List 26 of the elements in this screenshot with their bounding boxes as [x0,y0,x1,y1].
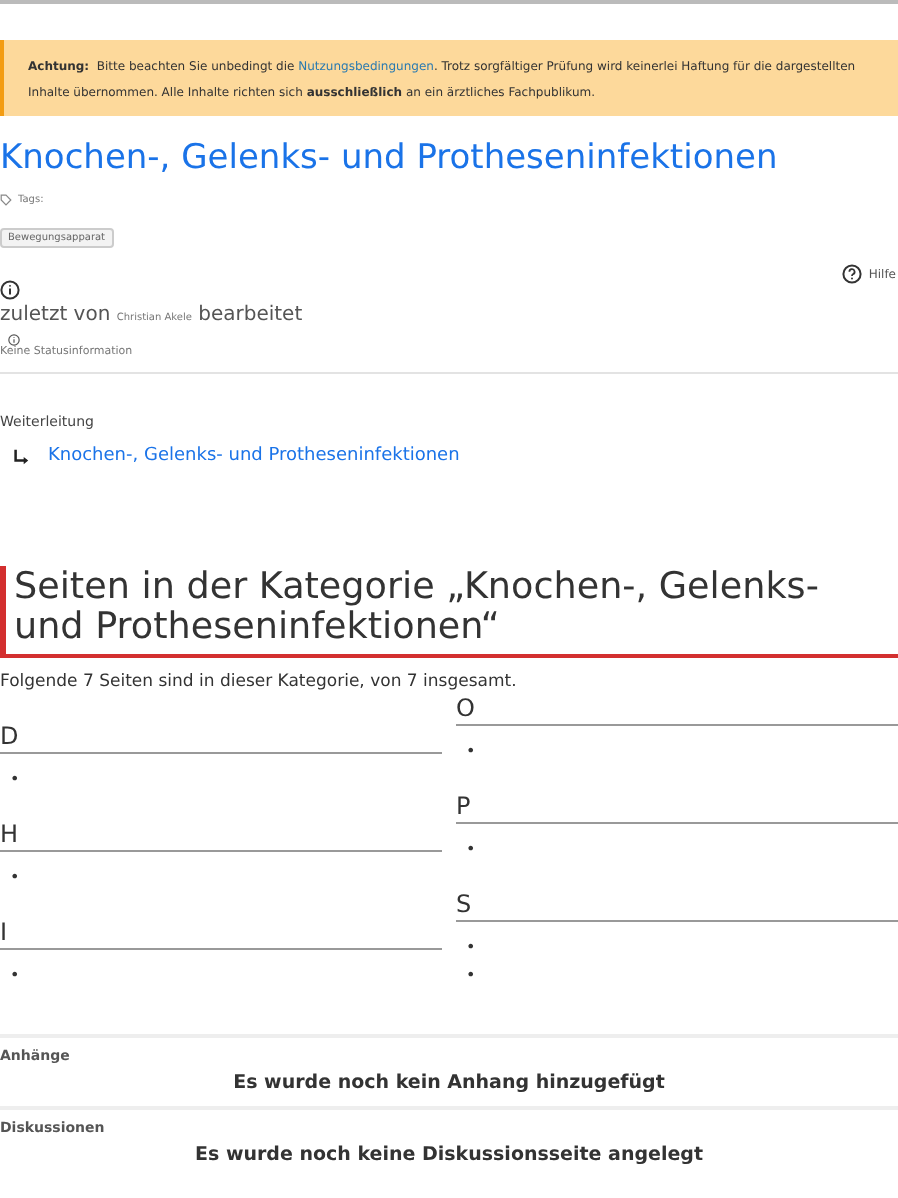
list-bullet: • [464,838,478,862]
list-bullet: • [8,964,22,988]
letter-heading: P [456,790,898,824]
letter-heading: I [0,916,442,950]
letter-heading: O [456,692,898,726]
list-bullet: • [464,936,478,960]
letter-heading: D [0,720,442,754]
info-icon [0,280,20,300]
list-bullet: • [8,768,22,792]
category-summary: Folgende 7 Seiten sind in dieser Kategorie, von 7 insgesamt. [0,672,519,692]
edited-text: zuletzt von [0,304,111,326]
letter-heading: S [456,888,898,922]
list-bullet: • [464,964,478,988]
tag-icon [0,194,12,206]
empty-message: Es wurde noch keine Diskussionsseite angelegt [193,1144,705,1166]
list-bullet: • [8,866,22,890]
redirect-arrow-icon [12,447,30,465]
category-heading: Seiten in der Kategorie „Knochen-, Gelenks- und Protheseninfektionen“ [0,566,898,658]
letter-heading: H [0,818,442,852]
page-title: Knochen-, Gelenks- und Protheseninfektionen [0,136,780,182]
help-icon [842,264,863,284]
redirect-link[interactable]: Knochen-, Gelenks- und Protheseninfektionen [48,446,460,466]
list-bullet: • [464,740,478,764]
info-icon [8,334,20,346]
edited-text: bearbeitet [198,304,303,326]
empty-message: Es wurde noch kein Anhang hinzugefügt [231,1072,667,1094]
